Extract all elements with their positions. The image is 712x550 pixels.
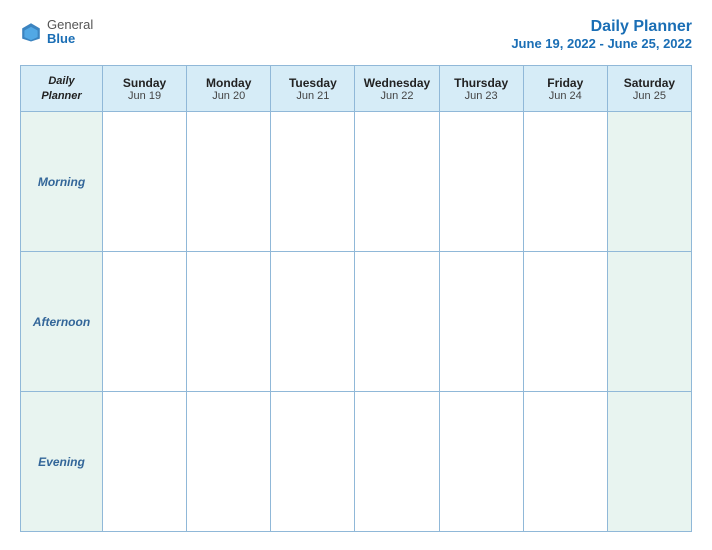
afternoon-wednesday[interactable] (355, 252, 439, 392)
evening-monday[interactable] (187, 392, 271, 532)
planner-date-range: June 19, 2022 - June 25, 2022 (511, 36, 692, 51)
evening-friday[interactable] (523, 392, 607, 532)
afternoon-label: Afternoon (21, 252, 103, 392)
row-afternoon: Afternoon (21, 252, 692, 392)
col-saturday: Saturday Jun 25 (607, 66, 691, 112)
logo-text: General Blue (47, 18, 93, 47)
general-blue-icon (20, 21, 42, 43)
afternoon-saturday[interactable] (607, 252, 691, 392)
col-wednesday: Wednesday Jun 22 (355, 66, 439, 112)
morning-saturday[interactable] (607, 112, 691, 252)
col-tuesday: Tuesday Jun 21 (271, 66, 355, 112)
morning-monday[interactable] (187, 112, 271, 252)
morning-friday[interactable] (523, 112, 607, 252)
daily-planner-label: DailyPlanner (21, 66, 103, 112)
morning-thursday[interactable] (439, 112, 523, 252)
col-thursday: Thursday Jun 23 (439, 66, 523, 112)
evening-saturday[interactable] (607, 392, 691, 532)
title-area: Daily Planner June 19, 2022 - June 25, 2… (511, 18, 692, 51)
planner-title: Daily Planner (511, 18, 692, 36)
evening-tuesday[interactable] (271, 392, 355, 532)
morning-tuesday[interactable] (271, 112, 355, 252)
afternoon-thursday[interactable] (439, 252, 523, 392)
morning-sunday[interactable] (103, 112, 187, 252)
afternoon-friday[interactable] (523, 252, 607, 392)
col-sunday: Sunday Jun 19 (103, 66, 187, 112)
evening-wednesday[interactable] (355, 392, 439, 532)
row-morning: Morning (21, 112, 692, 252)
page: General Blue Daily Planner June 19, 2022… (0, 0, 712, 550)
header: General Blue Daily Planner June 19, 2022… (20, 18, 692, 51)
logo-area: General Blue (20, 18, 93, 47)
afternoon-tuesday[interactable] (271, 252, 355, 392)
logo-general: General (47, 18, 93, 32)
morning-wednesday[interactable] (355, 112, 439, 252)
col-monday: Monday Jun 20 (187, 66, 271, 112)
evening-label: Evening (21, 392, 103, 532)
evening-thursday[interactable] (439, 392, 523, 532)
evening-sunday[interactable] (103, 392, 187, 532)
row-evening: Evening (21, 392, 692, 532)
morning-label: Morning (21, 112, 103, 252)
column-header-row: DailyPlanner Sunday Jun 19 Monday Jun 20… (21, 66, 692, 112)
afternoon-sunday[interactable] (103, 252, 187, 392)
col-friday: Friday Jun 24 (523, 66, 607, 112)
calendar-table: DailyPlanner Sunday Jun 19 Monday Jun 20… (20, 65, 692, 532)
afternoon-monday[interactable] (187, 252, 271, 392)
logo-blue: Blue (47, 32, 93, 46)
